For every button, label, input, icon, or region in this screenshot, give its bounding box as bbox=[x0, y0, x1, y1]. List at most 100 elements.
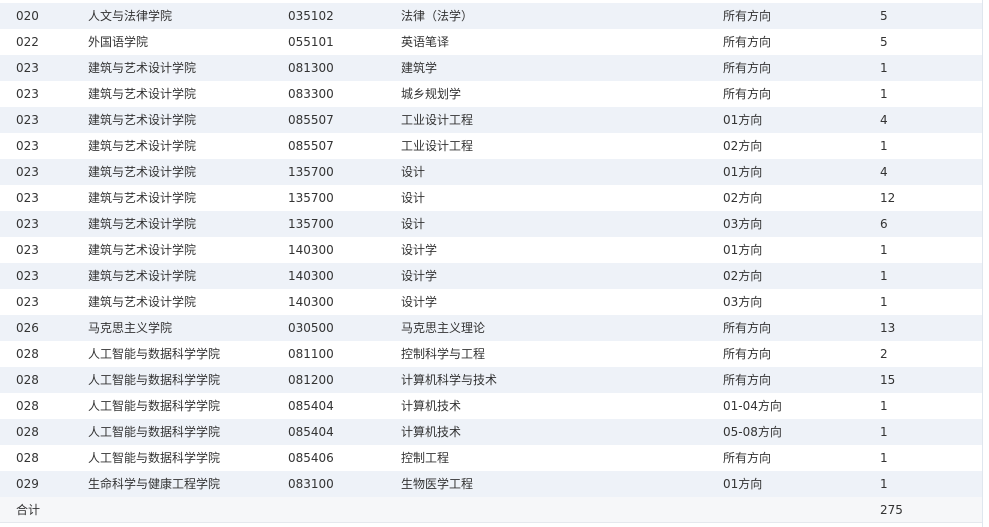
direction-cell: 所有方向 bbox=[723, 451, 772, 465]
college-code-cell: 028 bbox=[16, 425, 39, 439]
table-row: 020 人文与法律学院 035102 法律（法学） 所有方向 5 bbox=[0, 3, 982, 29]
direction-cell: 所有方向 bbox=[723, 321, 772, 335]
major-name-cell: 控制工程 bbox=[401, 451, 450, 465]
college-code-cell: 028 bbox=[16, 399, 39, 413]
college-code-cell: 023 bbox=[16, 191, 39, 205]
count-cell: 5 bbox=[880, 9, 888, 23]
major-name-cell: 设计学 bbox=[401, 243, 438, 257]
major-name-cell: 法律（法学） bbox=[401, 9, 474, 23]
table-row: 028 人工智能与数据科学学院 081200 计算机科学与技术 所有方向 15 bbox=[0, 367, 982, 393]
major-name-cell: 设计 bbox=[401, 165, 426, 179]
count-cell: 1 bbox=[880, 425, 888, 439]
major-code-cell: 085404 bbox=[288, 425, 334, 439]
major-code-cell: 081200 bbox=[288, 373, 334, 387]
major-name-cell: 计算机技术 bbox=[401, 425, 462, 439]
table-row: 028 人工智能与数据科学学院 085406 控制工程 所有方向 1 bbox=[0, 445, 982, 471]
total-count: 275 bbox=[880, 503, 903, 517]
count-cell: 1 bbox=[880, 399, 888, 413]
college-name-cell: 建筑与艺术设计学院 bbox=[88, 139, 197, 153]
direction-cell: 03方向 bbox=[723, 295, 763, 309]
major-name-cell: 城乡规划学 bbox=[401, 87, 462, 101]
college-name-cell: 人工智能与数据科学学院 bbox=[88, 373, 221, 387]
direction-cell: 01方向 bbox=[723, 165, 763, 179]
direction-cell: 所有方向 bbox=[723, 35, 772, 49]
college-name-cell: 人工智能与数据科学学院 bbox=[88, 399, 221, 413]
count-cell: 1 bbox=[880, 269, 888, 283]
count-cell: 12 bbox=[880, 191, 896, 205]
college-name-cell: 建筑与艺术设计学院 bbox=[88, 113, 197, 127]
direction-cell: 01方向 bbox=[723, 113, 763, 127]
college-name-cell: 建筑与艺术设计学院 bbox=[88, 217, 197, 231]
count-cell: 5 bbox=[880, 35, 888, 49]
major-name-cell: 工业设计工程 bbox=[401, 139, 474, 153]
count-cell: 13 bbox=[880, 321, 896, 335]
college-code-cell: 026 bbox=[16, 321, 39, 335]
table-row: 028 人工智能与数据科学学院 081100 控制科学与工程 所有方向 2 bbox=[0, 341, 982, 367]
major-name-cell: 建筑学 bbox=[401, 61, 438, 75]
direction-cell: 所有方向 bbox=[723, 347, 772, 361]
college-name-cell: 建筑与艺术设计学院 bbox=[88, 269, 197, 283]
college-name-cell: 人工智能与数据科学学院 bbox=[88, 451, 221, 465]
major-code-cell: 085404 bbox=[288, 399, 334, 413]
major-code-cell: 081300 bbox=[288, 61, 334, 75]
college-name-cell: 建筑与艺术设计学院 bbox=[88, 295, 197, 309]
college-name-cell: 外国语学院 bbox=[88, 35, 149, 49]
major-code-cell: 035102 bbox=[288, 9, 334, 23]
major-code-cell: 081100 bbox=[288, 347, 334, 361]
count-cell: 1 bbox=[880, 139, 888, 153]
college-code-cell: 028 bbox=[16, 347, 39, 361]
college-code-cell: 023 bbox=[16, 61, 39, 75]
college-name-cell: 人文与法律学院 bbox=[88, 9, 173, 23]
direction-cell: 02方向 bbox=[723, 269, 763, 283]
major-name-cell: 生物医学工程 bbox=[401, 477, 474, 491]
major-code-cell: 055101 bbox=[288, 35, 334, 49]
table-row: 023 建筑与艺术设计学院 085507 工业设计工程 02方向 1 bbox=[0, 133, 982, 159]
count-cell: 15 bbox=[880, 373, 896, 387]
college-code-cell: 023 bbox=[16, 113, 39, 127]
count-cell: 2 bbox=[880, 347, 888, 361]
table-row: 023 建筑与艺术设计学院 085507 工业设计工程 01方向 4 bbox=[0, 107, 982, 133]
count-cell: 4 bbox=[880, 165, 888, 179]
college-name-cell: 生命科学与健康工程学院 bbox=[88, 477, 221, 491]
college-code-cell: 023 bbox=[16, 269, 39, 283]
college-code-cell: 028 bbox=[16, 373, 39, 387]
direction-cell: 所有方向 bbox=[723, 61, 772, 75]
table-row: 023 建筑与艺术设计学院 135700 设计 03方向 6 bbox=[0, 211, 982, 237]
college-name-cell: 建筑与艺术设计学院 bbox=[88, 243, 197, 257]
major-code-cell: 135700 bbox=[288, 165, 334, 179]
table-row: 022 外国语学院 055101 英语笔译 所有方向 5 bbox=[0, 29, 982, 55]
college-code-cell: 023 bbox=[16, 87, 39, 101]
direction-cell: 05-08方向 bbox=[723, 425, 782, 439]
count-cell: 6 bbox=[880, 217, 888, 231]
college-name-cell: 人工智能与数据科学学院 bbox=[88, 425, 221, 439]
direction-cell: 01-04方向 bbox=[723, 399, 782, 413]
major-name-cell: 设计学 bbox=[401, 295, 438, 309]
college-code-cell: 029 bbox=[16, 477, 39, 491]
college-name-cell: 建筑与艺术设计学院 bbox=[88, 191, 197, 205]
direction-cell: 01方向 bbox=[723, 243, 763, 257]
major-name-cell: 设计 bbox=[401, 191, 426, 205]
direction-cell: 所有方向 bbox=[723, 373, 772, 387]
college-name-cell: 建筑与艺术设计学院 bbox=[88, 61, 197, 75]
major-code-cell: 030500 bbox=[288, 321, 334, 335]
table-row: 023 建筑与艺术设计学院 140300 设计学 03方向 1 bbox=[0, 289, 982, 315]
college-code-cell: 020 bbox=[16, 9, 39, 23]
direction-cell: 02方向 bbox=[723, 139, 763, 153]
count-cell: 1 bbox=[880, 87, 888, 101]
major-code-cell: 083300 bbox=[288, 87, 334, 101]
direction-cell: 所有方向 bbox=[723, 87, 772, 101]
major-code-cell: 085406 bbox=[288, 451, 334, 465]
major-name-cell: 英语笔译 bbox=[401, 35, 450, 49]
major-code-cell: 140300 bbox=[288, 243, 334, 257]
total-label: 合计 bbox=[16, 503, 41, 517]
major-code-cell: 135700 bbox=[288, 191, 334, 205]
college-code-cell: 028 bbox=[16, 451, 39, 465]
major-code-cell: 083100 bbox=[288, 477, 334, 491]
major-code-cell: 140300 bbox=[288, 269, 334, 283]
table-row: 023 建筑与艺术设计学院 081300 建筑学 所有方向 1 bbox=[0, 55, 982, 81]
college-name-cell: 建筑与艺术设计学院 bbox=[88, 165, 197, 179]
table-row: 026 马克思主义学院 030500 马克思主义理论 所有方向 13 bbox=[0, 315, 982, 341]
major-name-cell: 计算机技术 bbox=[401, 399, 462, 413]
college-name-cell: 人工智能与数据科学学院 bbox=[88, 347, 221, 361]
major-name-cell: 设计学 bbox=[401, 269, 438, 283]
